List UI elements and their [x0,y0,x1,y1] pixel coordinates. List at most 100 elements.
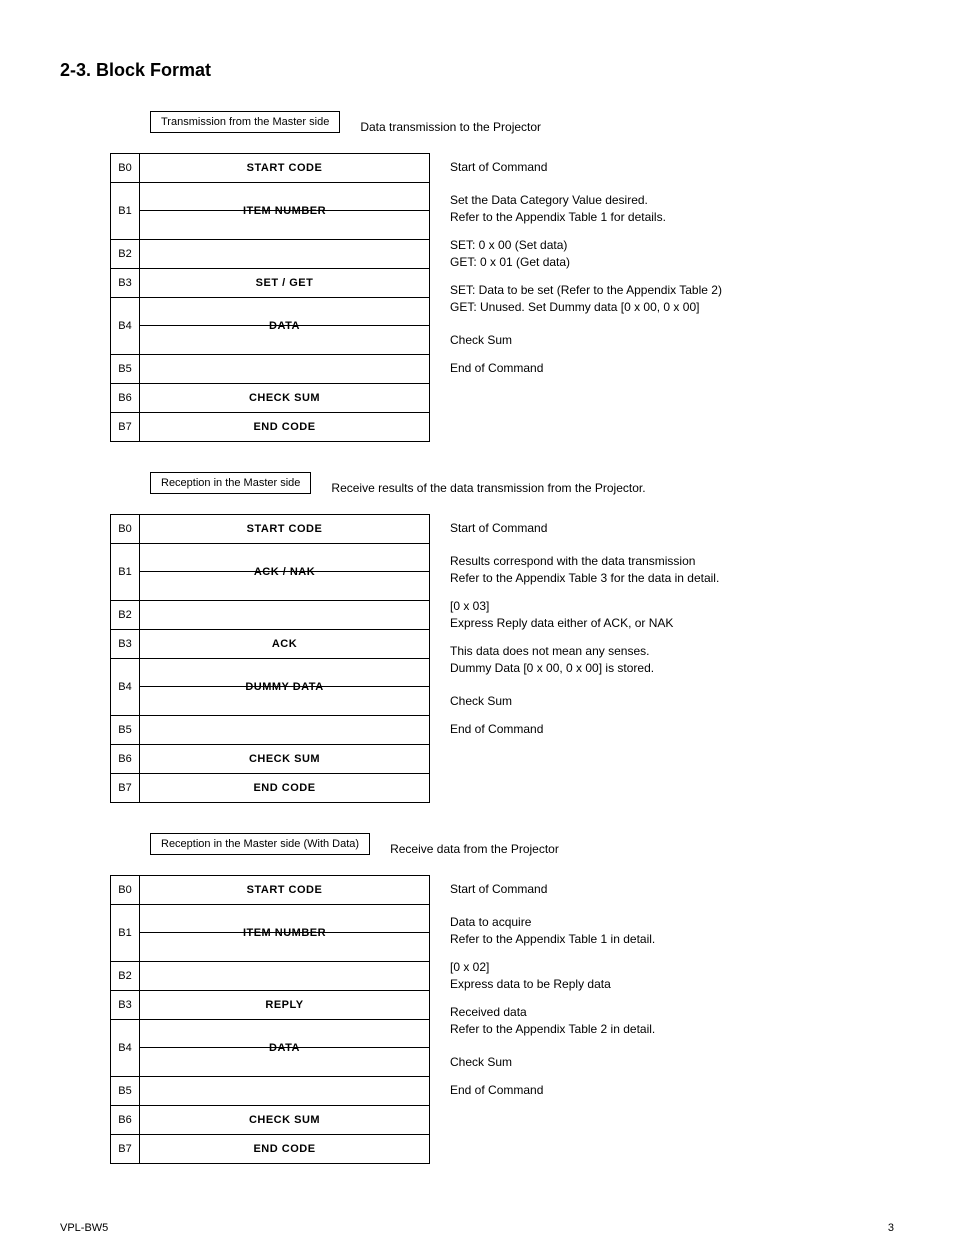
desc-line: Express Reply data either of ACK, or NAK [450,615,673,632]
desc-item: Results correspond with the data transmi… [450,542,719,598]
desc-line: [0 x 03] [450,598,673,615]
desc-line: Data to acquire [450,914,655,931]
page-title: 2-3. Block Format [60,60,894,81]
desc-item: [0 x 02]Express data to be Reply data [450,959,655,993]
table-row: B7END CODE [110,1135,430,1164]
byte-label: B5 [110,1077,140,1105]
desc-line: Express data to be Reply data [450,976,611,993]
byte-label: B4 [110,659,140,715]
desc-item: [0 x 03]Express Reply data either of ACK… [450,598,719,632]
byte-label: B7 [110,413,140,441]
cell-content: START CODE [140,154,430,182]
table-row: B5 [110,1077,430,1106]
footer: VPL-BW5 3 [60,1222,894,1234]
cell-content-top: DUMMY DATA [140,659,430,687]
byte-label: B3 [110,991,140,1019]
table-area: B0START CODEB1ITEM NUMBERB2B3SET / GETB4… [60,153,894,442]
desc-item: Check Sum [450,327,722,355]
desc-item: Check Sum [450,688,719,716]
section-header-desc: Data transmission to the Projector [360,120,541,134]
block-table: B0START CODEB1ITEM NUMBERB2B3REPLYB4DATA… [110,875,430,1164]
desc-line: Dummy Data [0 x 00, 0 x 00] is stored. [450,660,654,677]
desc-item: End of Command [450,355,722,383]
table-row: B7END CODE [110,413,430,442]
cell-content: CHECK SUM [140,745,430,773]
descriptions: Start of Command Results correspond with … [450,514,719,744]
section-transmission: Transmission from the Master side Data tr… [60,111,894,442]
byte-label: B0 [110,876,140,904]
section-header-label: Reception in the Master side [150,472,311,494]
desc-item: SET: 0 x 00 (Set data)GET: 0 x 01 (Get d… [450,237,722,271]
byte-label: B1 [110,544,140,600]
section-header-label: Reception in the Master side (With Data) [150,833,370,855]
byte-label: B6 [110,384,140,412]
desc-line: Results correspond with the data transmi… [450,553,719,570]
table-row: B3SET / GET [110,269,430,298]
table-row: B2 [110,240,430,269]
section-header-desc: Receive results of the data transmission… [331,481,645,495]
desc-item: Start of Command [450,153,722,181]
table-row: B6CHECK SUM [110,384,430,413]
cell-content-top: ITEM NUMBER [140,183,430,211]
desc-line: SET: Data to be set (Refer to the Append… [450,282,722,299]
cell-content: END CODE [140,413,430,441]
byte-label: B7 [110,1135,140,1163]
byte-label: B0 [110,515,140,543]
cell-label: DATA [140,298,429,354]
desc-line: [0 x 02] [450,959,611,976]
section-header-row: Reception in the Master side (With Data)… [60,833,894,865]
table-row: B5 [110,355,430,384]
desc-item: End of Command [450,1077,655,1105]
table-row: B3ACK [110,630,430,659]
desc-item: Start of Command [450,514,719,542]
block-table: B0START CODEB1ACK / NAKB2B3ACKB4DUMMY DA… [110,514,430,803]
desc-line: GET: Unused. Set Dummy data [0 x 00, 0 x… [450,299,722,316]
cell-label: ACK / NAK [140,544,429,600]
byte-label: B6 [110,745,140,773]
cell-content: ACK [140,630,430,658]
section-header-label: Transmission from the Master side [150,111,340,133]
byte-label: B5 [110,716,140,744]
sections-container: Transmission from the Master side Data tr… [60,111,894,1164]
byte-label: B3 [110,630,140,658]
table-row: B4DUMMY DATA [110,659,430,716]
byte-label: B4 [110,298,140,354]
desc-item: Check Sum [450,1049,655,1077]
desc-item: Received dataRefer to the Appendix Table… [450,993,655,1049]
byte-label: B0 [110,154,140,182]
desc-item: Start of Command [450,875,655,903]
table-row: B0START CODE [110,514,430,544]
table-row: B0START CODE [110,153,430,183]
table-area: B0START CODEB1ACK / NAKB2B3ACKB4DUMMY DA… [60,514,894,803]
descriptions: Start of CommandData to acquireRefer to … [450,875,655,1105]
byte-label: B5 [110,355,140,383]
desc-line: Received data [450,1004,655,1021]
cell-label: ITEM NUMBER [140,905,429,961]
cell-content: CHECK SUM [140,1106,430,1134]
cell-content: SET / GET [140,269,430,297]
byte-label: B2 [110,240,140,268]
block-table: B0START CODEB1ITEM NUMBERB2B3SET / GETB4… [110,153,430,442]
cell-content-top: DATA [140,1020,430,1048]
cell-content: START CODE [140,515,430,543]
section-header-row: Transmission from the Master side Data tr… [60,111,894,143]
footer-right: 3 [888,1222,894,1234]
byte-label: B2 [110,962,140,990]
cell-content-top: ITEM NUMBER [140,905,430,933]
table-row: B1ITEM NUMBER [110,183,430,240]
cell-content-top: DATA [140,298,430,326]
desc-line: This data does not mean any senses. [450,643,654,660]
table-row: B3REPLY [110,991,430,1020]
byte-label: B3 [110,269,140,297]
section-reception-data: Reception in the Master side (With Data)… [60,833,894,1164]
byte-label: B4 [110,1020,140,1076]
cell-content: END CODE [140,774,430,802]
byte-label: B1 [110,905,140,961]
byte-label: B7 [110,774,140,802]
desc-item: This data does not mean any senses.Dummy… [450,632,719,688]
table-row: B2 [110,601,430,630]
table-row: B6CHECK SUM [110,1106,430,1135]
table-row: B6CHECK SUM [110,745,430,774]
cell-label: DUMMY DATA [140,659,429,715]
table-row: B5 [110,716,430,745]
